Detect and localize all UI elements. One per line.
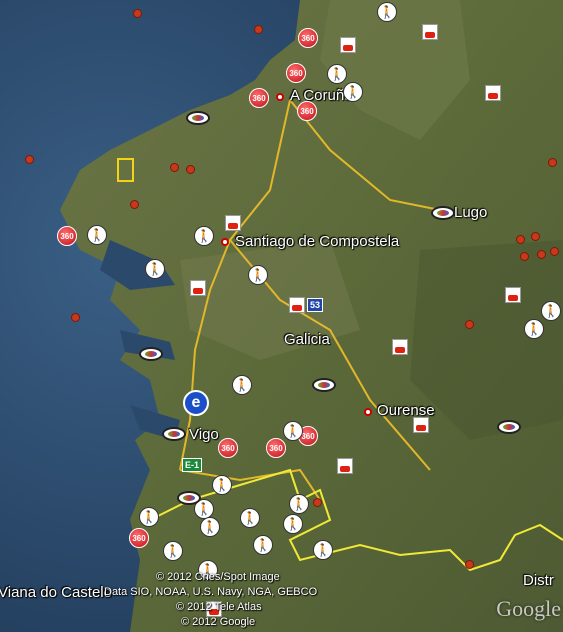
- 360-photo-icon[interactable]: 360: [298, 28, 318, 48]
- earthquake-dot-icon[interactable]: [254, 25, 263, 34]
- 360-photo-icon[interactable]: 360: [249, 88, 269, 108]
- youtube-icon[interactable]: [392, 339, 408, 355]
- earthquake-dot-icon[interactable]: [520, 252, 529, 261]
- hiking-icon[interactable]: 🚶: [87, 225, 107, 245]
- panoramio-eye-icon[interactable]: [162, 427, 186, 441]
- earthquake-dot-icon[interactable]: [25, 155, 34, 164]
- city-label-ourense[interactable]: Ourense: [377, 403, 435, 418]
- hiking-icon[interactable]: 🚶: [145, 259, 165, 279]
- panoramio-eye-icon[interactable]: [431, 206, 455, 220]
- hiking-icon[interactable]: 🚶: [343, 82, 363, 102]
- map-viewport[interactable]: A Coruña Santiago de Compostela Lugo Our…: [0, 0, 563, 632]
- road-shield-e1: E-1: [182, 458, 203, 472]
- panoramio-eye-icon[interactable]: [139, 347, 163, 361]
- hiking-icon[interactable]: 🚶: [524, 319, 544, 339]
- earthquake-dot-icon[interactable]: [465, 560, 474, 569]
- hiking-icon[interactable]: 🚶: [248, 265, 268, 285]
- city-marker-ourense[interactable]: [364, 408, 372, 416]
- 360-photo-icon[interactable]: 360: [218, 438, 238, 458]
- earthquake-dot-icon[interactable]: [465, 320, 474, 329]
- 360-label: 360: [289, 68, 303, 78]
- district-label-partial: Distr: [523, 572, 554, 589]
- hiking-icon[interactable]: 🚶: [541, 301, 561, 321]
- hiking-icon[interactable]: 🚶: [240, 508, 260, 528]
- 360-label: 360: [301, 33, 315, 43]
- hiking-icon[interactable]: 🚶: [289, 494, 309, 514]
- earthquake-dot-icon[interactable]: [71, 313, 80, 322]
- city-label-viana-do-castelo[interactable]: Viana do Castelo: [0, 585, 112, 600]
- city-marker-a-coruna[interactable]: [276, 93, 284, 101]
- 360-label: 360: [132, 533, 146, 543]
- youtube-icon[interactable]: [505, 287, 521, 303]
- attribution-google: © 2012 Google: [181, 616, 256, 628]
- youtube-icon[interactable]: [485, 85, 501, 101]
- 360-label: 360: [300, 106, 314, 116]
- youtube-icon[interactable]: [413, 417, 429, 433]
- youtube-icon[interactable]: [225, 215, 241, 231]
- hiking-icon[interactable]: 🚶: [377, 2, 397, 22]
- city-marker-santiago[interactable]: [221, 238, 229, 246]
- google-logo: Google: [496, 596, 561, 621]
- attribution-data: Data SIO, NOAA, U.S. Navy, NGA, GEBCO: [104, 586, 318, 598]
- panoramio-eye-icon[interactable]: [177, 491, 201, 505]
- selection-rectangle: [117, 158, 134, 182]
- 360-photo-icon[interactable]: 360: [266, 438, 286, 458]
- earthquake-dot-icon[interactable]: [537, 250, 546, 259]
- 360-label: 360: [269, 443, 283, 453]
- road-shield-53: 53: [307, 298, 324, 312]
- youtube-icon[interactable]: [340, 37, 356, 53]
- panoramio-eye-icon[interactable]: [312, 378, 336, 392]
- youtube-icon[interactable]: [422, 24, 438, 40]
- earthquake-dot-icon[interactable]: [170, 163, 179, 172]
- hiking-icon[interactable]: 🚶: [313, 540, 333, 560]
- 360-label: 360: [221, 443, 235, 453]
- hiking-icon[interactable]: 🚶: [139, 507, 159, 527]
- 360-label: 360: [60, 231, 74, 241]
- 360-label: 360: [301, 431, 315, 441]
- hiking-icon[interactable]: 🚶: [253, 535, 273, 555]
- earthquake-dot-icon[interactable]: [531, 232, 540, 241]
- attribution-teleatlas: © 2012 Tele Atlas: [176, 601, 262, 613]
- region-label-galicia: Galicia: [284, 331, 330, 348]
- earthquake-dot-icon[interactable]: [130, 200, 139, 209]
- panoramio-eye-icon[interactable]: [186, 111, 210, 125]
- hiking-icon[interactable]: 🚶: [200, 517, 220, 537]
- hiking-icon[interactable]: 🚶: [283, 514, 303, 534]
- earthquake-dot-icon[interactable]: [186, 165, 195, 174]
- youtube-icon[interactable]: [289, 297, 305, 313]
- earthquake-dot-icon[interactable]: [516, 235, 525, 244]
- hiking-icon[interactable]: 🚶: [194, 226, 214, 246]
- wikipedia-icon[interactable]: e: [183, 390, 209, 416]
- 360-photo-icon[interactable]: 360: [286, 63, 306, 83]
- city-label-vigo[interactable]: Vigo: [189, 427, 219, 442]
- earthquake-dot-icon[interactable]: [550, 247, 559, 256]
- 360-photo-icon[interactable]: 360: [129, 528, 149, 548]
- hiking-icon[interactable]: 🚶: [163, 541, 183, 561]
- hiking-icon[interactable]: 🚶: [212, 475, 232, 495]
- hiking-icon[interactable]: 🚶: [232, 375, 252, 395]
- panoramio-eye-icon[interactable]: [497, 420, 521, 434]
- attribution-cnes: © 2012 Cnes/Spot Image: [156, 571, 280, 583]
- 360-label: 360: [252, 93, 266, 103]
- earthquake-dot-icon[interactable]: [548, 158, 557, 167]
- hiking-icon[interactable]: 🚶: [327, 64, 347, 84]
- youtube-icon[interactable]: [337, 458, 353, 474]
- hiking-icon[interactable]: 🚶: [283, 421, 303, 441]
- city-label-lugo[interactable]: Lugo: [454, 205, 487, 220]
- youtube-icon[interactable]: [190, 280, 206, 296]
- 360-photo-icon[interactable]: 360: [57, 226, 77, 246]
- earthquake-dot-icon[interactable]: [313, 498, 322, 507]
- earthquake-dot-icon[interactable]: [133, 9, 142, 18]
- city-label-santiago[interactable]: Santiago de Compostela: [235, 234, 399, 249]
- 360-photo-icon[interactable]: 360: [297, 101, 317, 121]
